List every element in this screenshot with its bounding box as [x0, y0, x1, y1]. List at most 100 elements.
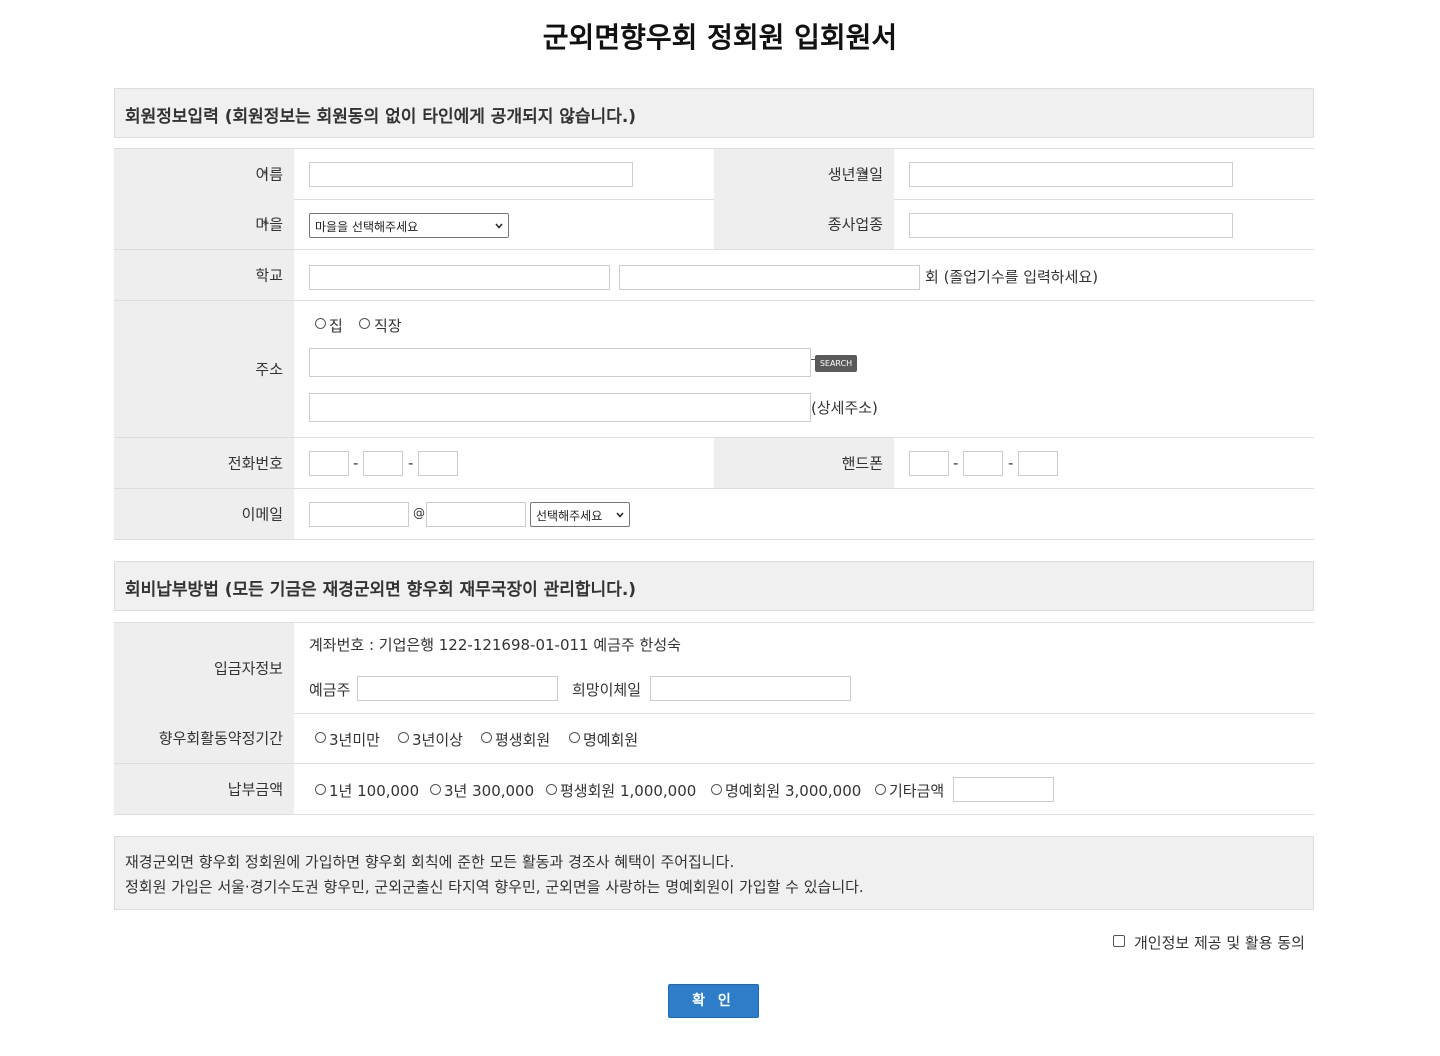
membership-notice: 재경군외면 향우회 정회원에 가입하면 향우회 회칙에 준한 모든 활동과 경조…	[114, 836, 1314, 910]
amount-radio[interactable]	[546, 784, 557, 795]
mobile-dash: -	[1008, 454, 1014, 472]
village-select-value: 마을을 선택해주세요	[315, 220, 419, 234]
amount-radio[interactable]	[315, 784, 326, 795]
label-cell: 주소	[114, 301, 294, 437]
label-cell: * 생년월일	[714, 149, 894, 199]
occupation-input[interactable]	[909, 213, 1233, 238]
amount-radio[interactable]	[430, 784, 441, 795]
mobile-part3-input[interactable]	[1018, 451, 1058, 476]
row-village-occupation: * 마을 마을을 선택해주세요 종사업종	[114, 199, 1314, 250]
label-cell: 납부금액	[114, 764, 294, 814]
birth-input[interactable]	[909, 162, 1233, 187]
address-work-label: 직장	[374, 317, 402, 335]
at-sign: @	[413, 506, 425, 520]
section-header-member-info: 회원정보입력 (회원정보는 회원동의 없이 타인에게 공개되지 않습니다.)	[114, 88, 1314, 138]
label-cell: 입금자정보	[114, 623, 294, 713]
account-info: 계좌번호 : 기업은행 122-121698-01-011 예금주 한성숙	[309, 636, 681, 654]
row-activity-period: 향우회활동약정기간 3년미만 3년이상 평생회원 명예회원	[114, 713, 1314, 764]
chevron-down-icon	[495, 223, 503, 229]
transfer-date-label: 희망이체일	[572, 681, 642, 699]
other-amount-input[interactable]	[953, 777, 1054, 802]
mobile-part2-input[interactable]	[963, 451, 1003, 476]
address-input[interactable]	[309, 348, 811, 377]
village-select[interactable]: 마을을 선택해주세요	[309, 213, 509, 238]
amount-label: 납부금액	[227, 780, 283, 799]
phone-label: 전화번호	[227, 454, 283, 473]
occupation-label: 종사업종	[827, 215, 883, 234]
consent-label: 개인정보 제공 및 활용 동의	[1134, 934, 1305, 952]
chevron-down-icon	[616, 512, 624, 518]
email-select-value: 선택해주세요	[536, 509, 603, 523]
period-label: 향우회활동약정기간	[158, 729, 283, 748]
label-cell: 핸드폰	[714, 438, 894, 488]
name-label: 이름	[255, 165, 283, 184]
detail-address-input[interactable]	[309, 393, 811, 422]
school-name-input[interactable]	[309, 265, 610, 290]
amount-option: 평생회원 1,000,000	[560, 782, 697, 800]
phone-dash: -	[353, 454, 359, 472]
period-radio[interactable]	[398, 732, 409, 743]
address-label: 주소	[255, 360, 283, 379]
label-cell: 학교	[114, 250, 294, 300]
village-label: 마을	[255, 215, 283, 234]
label-cell: 향우회활동약정기간	[114, 713, 294, 763]
notice-line: 정회원 가입은 서울·경기수도권 향우민, 군외군출신 타지역 향우민, 군외면…	[125, 878, 864, 896]
email-domain-input[interactable]	[426, 502, 526, 527]
period-radio[interactable]	[569, 732, 580, 743]
amount-radio[interactable]	[711, 784, 722, 795]
depositor-info-label: 입금자정보	[213, 659, 283, 678]
page-title: 군외면향우회 정회원 입회원서	[542, 21, 898, 54]
row-school: 학교 회 (졸업기수를 입력하세요)	[114, 250, 1314, 301]
depositor-input[interactable]	[357, 676, 558, 701]
period-option: 평생회원	[495, 731, 551, 749]
consent-checkbox[interactable]	[1113, 935, 1125, 947]
email-domain-select[interactable]: 선택해주세요	[530, 502, 630, 527]
mobile-part1-input[interactable]	[909, 451, 949, 476]
required-mark: *	[862, 167, 868, 181]
notice-line: 재경군외면 향우회 정회원에 가입하면 향우회 회칙에 준한 모든 활동과 경조…	[125, 853, 735, 871]
phone-dash: -	[408, 454, 414, 472]
address-home-radio[interactable]	[315, 318, 326, 329]
email-label: 이메일	[241, 505, 283, 524]
mobile-dash: -	[953, 454, 959, 472]
period-radio[interactable]	[315, 732, 326, 743]
label-cell: * 마을	[114, 199, 294, 249]
row-email: 이메일 @ 선택해주세요	[114, 489, 1314, 540]
depositor-label: 예금주	[309, 681, 351, 699]
phone-part1-input[interactable]	[309, 451, 349, 476]
period-radio[interactable]	[481, 732, 492, 743]
address-home-label: 집	[329, 317, 343, 335]
address-search-button[interactable]: SEARCH	[815, 355, 857, 372]
amount-option: 3년 300,000	[444, 782, 535, 800]
mobile-label: 핸드폰	[841, 454, 883, 473]
required-mark: *	[262, 217, 268, 231]
label-cell: 종사업종	[714, 199, 894, 249]
application-form-page: 군외면향우회 정회원 입회원서 회원정보입력 (회원정보는 회원동의 없이 타인…	[0, 0, 1440, 1056]
phone-part3-input[interactable]	[418, 451, 458, 476]
section-header-payment: 회비납부방법 (모든 기금은 재경군외면 향우회 재무국장이 관리합니다.)	[114, 561, 1314, 611]
period-option: 3년이상	[412, 731, 463, 749]
school-label: 학교	[255, 266, 283, 285]
row-payment-amount: 납부금액 1년 100,000 3년 300,000 평생회원 1,000,00…	[114, 764, 1314, 815]
amount-option: 명예회원 3,000,000	[725, 782, 862, 800]
label-cell: 이메일	[114, 489, 294, 539]
label-cell: * 이름	[114, 149, 294, 199]
required-mark: *	[262, 167, 268, 181]
transfer-date-input[interactable]	[650, 676, 851, 701]
email-id-input[interactable]	[309, 502, 409, 527]
row-address: 주소 집 직장 SEARCH (상세주소)	[114, 301, 1314, 438]
row-name-birth: * 이름 * 생년월일	[114, 148, 1314, 200]
birth-label: 생년월일	[827, 165, 883, 184]
graduation-class-hint: 회 (졸업기수를 입력하세요)	[925, 268, 1099, 286]
row-depositor-info: 입금자정보 계좌번호 : 기업은행 122-121698-01-011 예금주 …	[114, 622, 1314, 714]
confirm-button[interactable]: 확 인	[668, 984, 759, 1018]
section-title: 회비납부방법 (모든 기금은 재경군외면 향우회 재무국장이 관리합니다.)	[125, 580, 637, 600]
section-title: 회원정보입력 (회원정보는 회원동의 없이 타인에게 공개되지 않습니다.)	[125, 107, 637, 127]
graduation-class-input[interactable]	[619, 265, 920, 290]
phone-part2-input[interactable]	[363, 451, 403, 476]
address-work-radio[interactable]	[359, 318, 370, 329]
label-cell: 전화번호	[114, 438, 294, 488]
amount-radio[interactable]	[875, 784, 886, 795]
period-option: 3년미만	[329, 731, 380, 749]
name-input[interactable]	[309, 162, 633, 187]
